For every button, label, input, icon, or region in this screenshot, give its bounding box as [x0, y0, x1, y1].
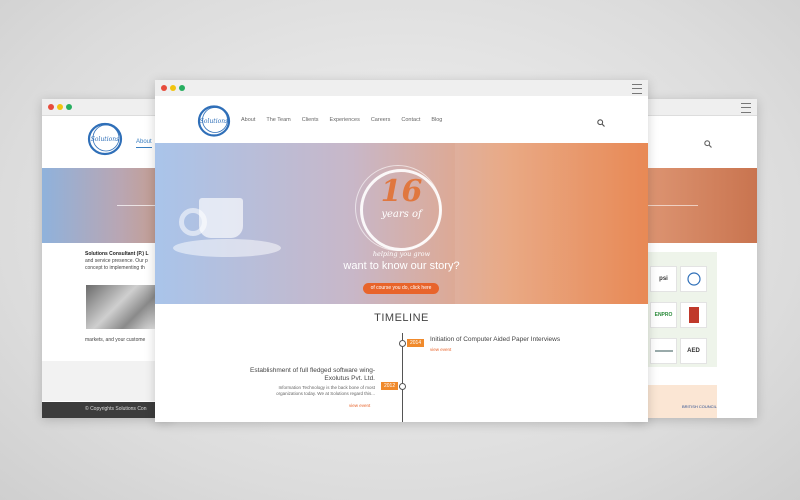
- solutions-logo[interactable]: Solutions: [196, 104, 232, 138]
- nav-contact[interactable]: Contact: [401, 117, 420, 123]
- timeline-event-heading: Establishment of full fledged software w…: [225, 367, 375, 383]
- british-council-logo[interactable]: BRITISH COUNCIL: [682, 405, 717, 409]
- nav-clients[interactable]: Clients: [302, 117, 319, 123]
- solutions-logo[interactable]: Solutions: [86, 121, 124, 157]
- years-label: years of: [381, 209, 422, 220]
- description-line: Information Technology is the back bone …: [278, 385, 375, 390]
- nav-blog[interactable]: Blog: [431, 117, 442, 123]
- nav-careers[interactable]: Careers: [371, 117, 391, 123]
- heading-line: Establishment of full fledged software w…: [249, 367, 375, 374]
- content-band: [42, 361, 172, 401]
- window-chrome: [42, 99, 172, 116]
- client-logo-circle[interactable]: [680, 266, 707, 292]
- years-number: 16: [380, 174, 423, 209]
- intro-line: concept to implementing th: [85, 265, 145, 271]
- svg-text:Solutions: Solutions: [91, 136, 119, 143]
- copyright-text: © Copyrights Solutions Con: [85, 406, 147, 412]
- maximize-dot-icon[interactable]: [66, 104, 72, 110]
- close-dot-icon[interactable]: [48, 104, 54, 110]
- view-event-link[interactable]: view event: [349, 403, 370, 408]
- window-chrome: [155, 80, 648, 97]
- clients-grid: psi ENPRO AED: [645, 252, 717, 367]
- intro-heading: Solutions Consultant (P.) L: [85, 251, 149, 257]
- nav-the-team[interactable]: The Team: [266, 117, 290, 123]
- background-shade: [455, 143, 648, 304]
- timeline-node: [399, 383, 406, 390]
- team-photo: [86, 285, 156, 329]
- client-logo[interactable]: psi: [650, 266, 677, 292]
- close-dot-icon[interactable]: [161, 85, 167, 91]
- timeline-event-description: Information Technology is the back bone …: [215, 385, 375, 397]
- client-logo-red[interactable]: [680, 302, 707, 328]
- timeline-event-heading: Initiation of Computer Aided Paper Inter…: [430, 336, 561, 343]
- partner-band: [645, 385, 717, 418]
- footer: © Copyrights Solutions Con: [42, 402, 172, 418]
- view-event-link[interactable]: view event: [430, 347, 451, 352]
- nav-about[interactable]: About: [136, 139, 152, 148]
- hamburger-menu-icon[interactable]: [741, 103, 751, 113]
- svg-text:Solutions: Solutions: [200, 118, 228, 125]
- minimize-dot-icon[interactable]: [170, 85, 176, 91]
- timeline-node: [399, 340, 406, 347]
- markets-text: markets, and your custome: [85, 337, 146, 343]
- client-logo[interactable]: AED: [680, 338, 707, 364]
- hero-banner: 16 years of helping you grow want to kno…: [155, 143, 648, 304]
- timeline-year: 2014: [407, 339, 425, 347]
- maximize-dot-icon[interactable]: [179, 85, 185, 91]
- client-logo[interactable]: ENPRO: [650, 302, 677, 328]
- nav-experiences[interactable]: Experiences: [330, 117, 360, 123]
- timeline-title: TIMELINE: [374, 312, 429, 324]
- story-cta-button[interactable]: of course you do, click here: [363, 283, 439, 294]
- browser-window-main: Solutions About The Team Clients Experie…: [155, 80, 648, 422]
- search-icon[interactable]: [597, 119, 605, 127]
- timeline-year: 2012: [381, 382, 399, 390]
- intro-line: and service presence. Our p: [85, 258, 148, 264]
- search-icon[interactable]: [704, 140, 712, 148]
- description-line: organizations today. We at Solutions reg…: [276, 391, 375, 396]
- browser-window-left: Solutions About Solutions Consultant (P.…: [42, 99, 172, 418]
- client-logo-placeholder[interactable]: [650, 338, 677, 364]
- minimize-dot-icon[interactable]: [57, 104, 63, 110]
- hamburger-menu-icon[interactable]: [632, 84, 642, 94]
- nav-about[interactable]: About: [241, 117, 255, 123]
- hero-tagline: helping you grow: [372, 250, 431, 258]
- main-nav: About The Team Clients Experiences Caree…: [241, 117, 442, 123]
- heading-line: Exolutus Pvt. Ltd.: [324, 375, 375, 382]
- hero-headline: want to know our story?: [343, 260, 460, 272]
